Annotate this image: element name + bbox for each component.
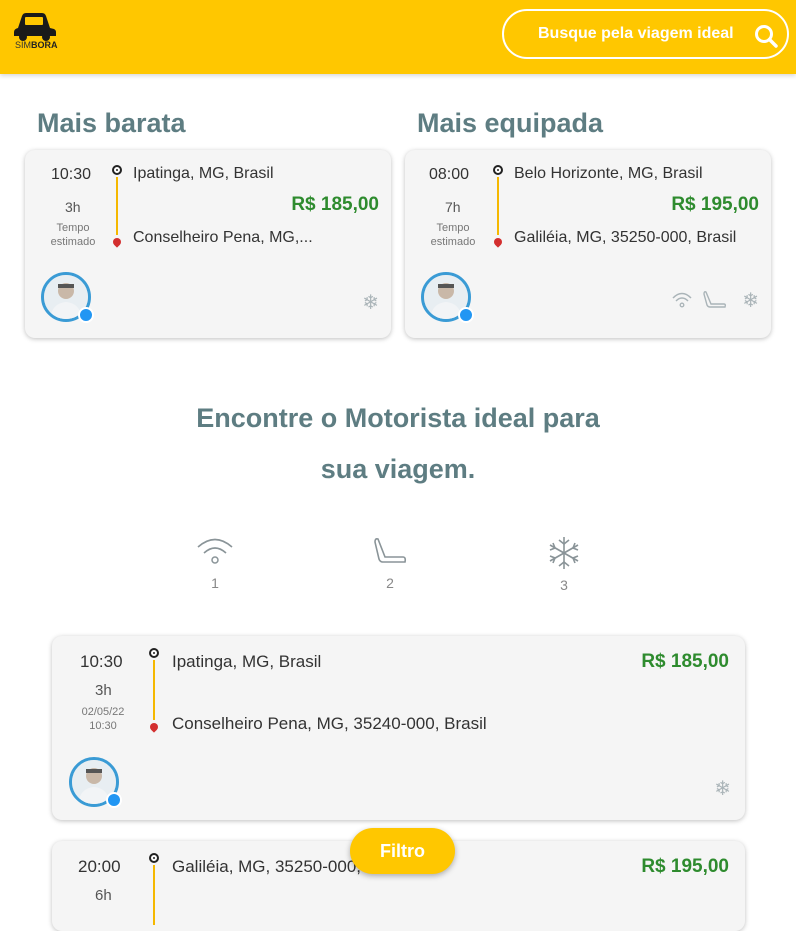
- car-logo-icon: [14, 13, 56, 41]
- snowflake-icon: ❄: [362, 290, 379, 314]
- wifi-icon: [672, 292, 692, 308]
- destination-city: Conselheiro Pena, MG, 35240-000, Brasil: [172, 714, 487, 733]
- trip-price: R$ 195,00: [671, 194, 759, 215]
- trip-price: R$ 195,00: [641, 856, 729, 877]
- trip-card[interactable]: 10:30 3h 02/05/22 10:30 Ipatinga, MG, Bra…: [52, 636, 745, 820]
- filter-air-conditioning[interactable]: 3: [534, 535, 594, 593]
- origin-city: Belo Horizonte, MG, Brasil: [514, 165, 703, 182]
- driver-avatar[interactable]: [421, 272, 474, 323]
- origin-pin-icon: [149, 853, 159, 863]
- top-app-bar: SIMBORA Busque pela viagem ideal: [0, 0, 796, 74]
- origin-city: Ipatinga, MG, Brasil: [172, 652, 322, 671]
- driver-avatar[interactable]: [41, 272, 94, 323]
- trip-duration: 3h: [65, 199, 81, 215]
- route-line: [153, 660, 155, 720]
- filter-count: 2: [386, 575, 394, 591]
- filter-seat[interactable]: 2: [360, 535, 420, 591]
- headline-line-2: sua viagem.: [320, 454, 476, 484]
- trip-duration: 7h: [445, 199, 461, 215]
- trip-duration: 6h: [95, 887, 112, 904]
- trip-price: R$ 185,00: [641, 651, 729, 672]
- search-button[interactable]: Busque pela viagem ideal: [502, 9, 789, 59]
- headline-line-1: Encontre o Motorista ideal para: [196, 403, 600, 433]
- trip-price: R$ 185,00: [291, 194, 379, 215]
- origin-pin-icon: [112, 165, 122, 175]
- departure-time: 08:00: [429, 166, 470, 183]
- search-label: Busque pela viagem ideal: [538, 25, 734, 42]
- filter-count: 3: [560, 577, 568, 593]
- route-line: [497, 177, 499, 235]
- destination-city: Conselheiro Pena, MG,...: [133, 229, 313, 246]
- route-line: [116, 177, 118, 235]
- verified-badge-icon: [78, 307, 94, 323]
- filter-count: 1: [211, 575, 219, 591]
- cheapest-trip-card[interactable]: 10:30 3h Tempo estimado Ipatinga, MG, Bra…: [25, 150, 391, 338]
- departure-time: 20:00: [78, 857, 121, 876]
- filter-wifi[interactable]: 1: [185, 535, 245, 591]
- snowflake-icon: ❄: [742, 288, 759, 312]
- trip-duration: 3h: [95, 682, 112, 699]
- seat-icon: [703, 291, 727, 308]
- driver-avatar[interactable]: [69, 757, 122, 808]
- destination-pin-icon: [111, 236, 123, 248]
- cheapest-title: Mais barata: [37, 108, 186, 138]
- seat-icon: [374, 538, 407, 563]
- trip-date: 02/05/22 10:30: [81, 706, 125, 732]
- origin-city: Ipatinga, MG, Brasil: [133, 165, 274, 182]
- departure-time: 10:30: [51, 166, 92, 183]
- best-equipped-trip-card[interactable]: 08:00 7h Tempo estimado Belo Horizonte, M…: [405, 150, 771, 338]
- estimated-time-label: Tempo estimado: [50, 222, 96, 248]
- estimated-time-label: Tempo estimado: [430, 222, 476, 248]
- origin-pin-icon: [149, 648, 159, 658]
- route-line: [153, 865, 155, 925]
- wifi-icon: [197, 538, 233, 564]
- destination-pin-icon: [148, 721, 160, 733]
- destination-pin-icon: [492, 236, 504, 248]
- snowflake-icon: [549, 537, 579, 569]
- verified-badge-icon: [106, 792, 122, 808]
- best-equipped-title: Mais equipada: [417, 108, 604, 138]
- snowflake-icon: ❄: [714, 776, 731, 800]
- filter-button[interactable]: Filtro: [350, 828, 455, 874]
- logo-wordmark: SIMBORA: [15, 40, 58, 50]
- verified-badge-icon: [458, 307, 474, 323]
- destination-city: Galiléia, MG, 35250-000, Brasil: [514, 229, 737, 246]
- departure-time: 10:30: [80, 652, 123, 671]
- origin-pin-icon: [493, 165, 503, 175]
- search-icon: [755, 25, 778, 48]
